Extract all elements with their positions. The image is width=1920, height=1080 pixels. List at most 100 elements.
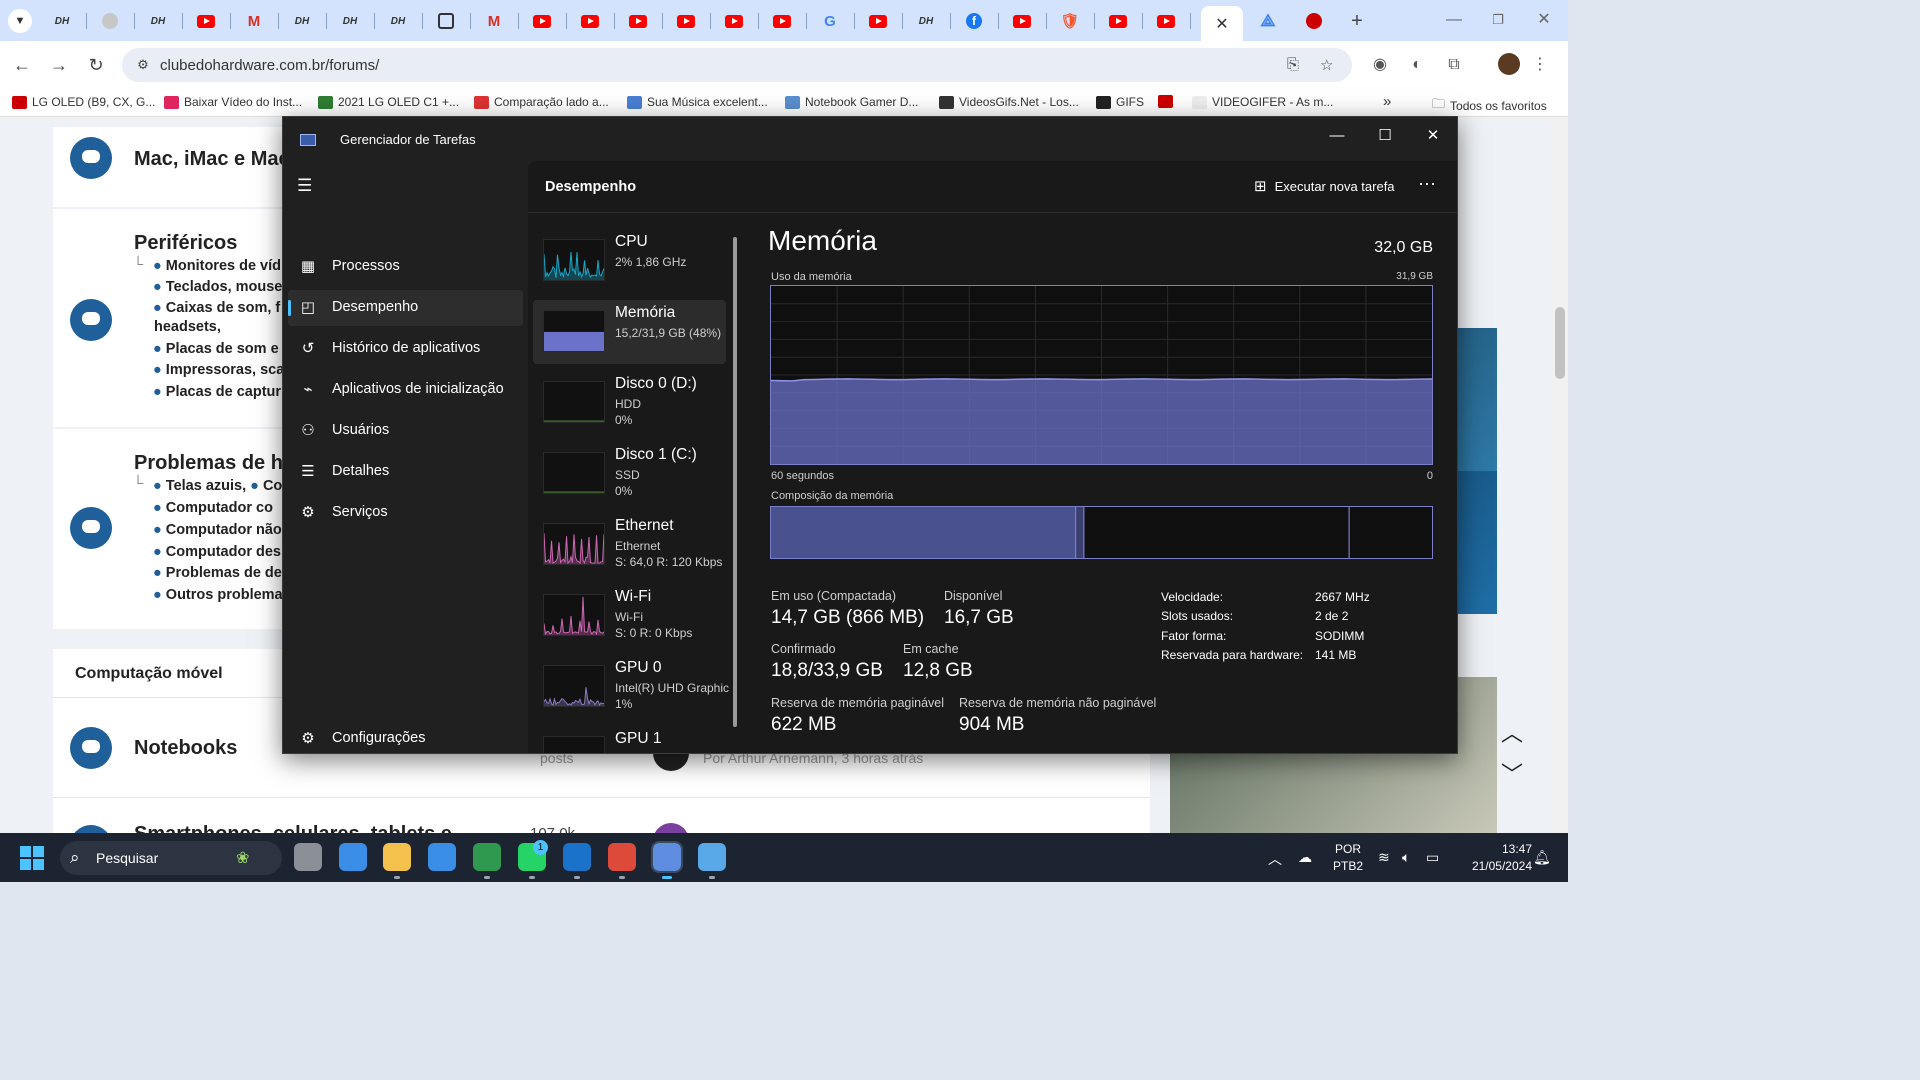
taskbar-outlook-icon[interactable] [563,843,591,879]
subforum-link[interactable]: ● Computador co [153,500,273,516]
tab[interactable]: M [230,9,278,33]
onedrive-cloud-icon[interactable]: ☁ [1298,849,1312,866]
active-tab[interactable]: ✕ [1201,6,1243,41]
perf-item-mem-ria[interactable]: Memória 15,2/31,9 GB (48%) [533,300,726,364]
tab[interactable] [854,9,902,33]
run-new-task-button[interactable]: ⊞ Executar nova tarefa [1254,177,1395,195]
tab-search-button[interactable]: ▼ [4,9,36,33]
bookmark[interactable]: Comparação lado a... [474,95,609,109]
more-options-button[interactable]: ··· [1412,173,1442,199]
tab[interactable] [758,9,806,33]
tab[interactable]: DH [134,9,182,33]
subforum-link[interactable]: ● Impressoras, sca [153,362,284,378]
notification-bell-icon[interactable]: 🔔︎ [1533,849,1551,866]
address-bar[interactable]: ⚙ clubedohardware.com.br/forums/ ⎘ ☆ [122,48,1352,82]
perf-item-gpu-1[interactable]: GPU 1NVIDIA GeForce GTX0% [533,726,732,753]
perf-item-wi-fi[interactable]: Wi-Fi Wi-Fi S: 0 R: 0 Kbps [533,584,726,648]
site-settings-icon[interactable]: ⚙ [134,56,152,74]
tab[interactable]: DH [38,9,86,33]
page-scrollbar[interactable] [1552,117,1568,833]
taskbar-search[interactable]: ⌕ Pesquisar ❀ [60,841,282,875]
tab[interactable]: ⟁ [1244,9,1292,33]
back-button[interactable]: ← [8,51,36,79]
minimize-button[interactable]: — [1434,8,1474,32]
tab[interactable] [566,9,614,33]
tab[interactable]: f [950,9,998,33]
nav-performance[interactable]: ◰ Desempenho [288,290,523,326]
bookmark[interactable]: VideosGifs.Net - Los... [939,95,1079,109]
scroll-down-arrow-icon[interactable]: ﹀ [1498,761,1526,789]
show-hidden-icons-chevron-icon[interactable]: ︿ [1268,849,1282,869]
subforum-link[interactable]: ● Monitores de víd [153,258,281,274]
tab[interactable] [86,9,134,33]
perf-item-gpu-0[interactable]: GPU 0 Intel(R) UHD Graphic 1% [533,655,729,719]
bookmark[interactable]: Sua Música excelent... [627,95,768,109]
tab[interactable]: DH [374,9,422,33]
subforum-link[interactable]: ● Outros problema [153,587,283,603]
perf-item-disco-1-c[interactable]: Disco 1 (C:) SSD 0% [533,442,726,506]
subforum-link[interactable]: ● Teclados, mouse [153,279,282,295]
bookmark[interactable]: GIFS [1096,95,1144,109]
tab[interactable]: 🛡︎ [1046,9,1094,33]
taskbar-chrome-icon[interactable] [473,843,501,879]
input-language[interactable]: POR PTB2 [1330,842,1366,873]
forward-button[interactable]: → [45,51,73,79]
list-scrollbar[interactable] [733,237,737,727]
bookmarks-overflow-button[interactable]: » [1383,93,1391,110]
nav-users[interactable]: ⚇ Usuários [288,413,523,449]
perf-item-cpu[interactable]: CPU 2% 1,86 GHz [533,229,726,293]
tab[interactable]: DH [326,9,374,33]
bookmark[interactable]: 2021 LG OLED C1 +... [318,95,459,109]
bookmark[interactable]: VIDEOGIFER - As m... [1192,95,1333,109]
taskbar-network-app-icon[interactable] [698,843,726,879]
scrollbar-thumb[interactable] [1555,307,1565,379]
nav-startup[interactable]: ⌁ Aplicativos de inicialização [288,372,523,408]
wifi-icon[interactable]: ≋ [1378,849,1390,866]
taskbar-store-icon[interactable] [428,843,456,871]
close-icon[interactable]: ✕ [1215,14,1228,34]
close-window-button[interactable]: ✕ [1524,8,1564,32]
extensions-puzzle-icon[interactable]: ⧉ [1442,53,1466,77]
tab[interactable] [710,9,758,33]
forum-title[interactable]: Mac, iMac e Mac [134,148,290,171]
tab[interactable]: DH [278,9,326,33]
hamburger-menu-icon[interactable]: ☰ [297,177,319,195]
nav-settings[interactable]: ⚙ Configurações [288,721,523,753]
tab[interactable] [1142,9,1190,33]
subforum-link[interactable]: ● Telas azuis, ● Co [153,478,282,494]
tab[interactable] [182,9,230,33]
tab[interactable] [1290,9,1338,33]
tab[interactable]: M [470,9,518,33]
install-app-icon[interactable]: ⎘ [1287,56,1299,73]
scroll-up-arrow-icon[interactable]: ︿ [1498,720,1526,748]
close-button[interactable]: ✕ [1410,121,1456,151]
tab[interactable]: G [806,9,854,33]
tab[interactable] [614,9,662,33]
subforum-link[interactable]: ● Computador não [153,522,282,538]
bookmark[interactable]: Notebook Gamer D... [785,95,918,109]
forum-title[interactable]: Periféricos [134,232,237,255]
forum-title[interactable]: Notebooks [134,737,237,760]
taskbar-widgets-icon[interactable] [339,843,367,871]
new-tab-button[interactable]: + [1335,9,1379,33]
nav-history[interactable]: ↺ Histórico de aplicativos [288,331,523,367]
nav-processes[interactable]: ▦ Processos [288,249,523,285]
volume-icon[interactable]: 🔈︎ [1402,849,1410,866]
bookmark[interactable] [1158,95,1173,108]
forum-title[interactable]: Problemas de ha [134,452,294,475]
bookmark[interactable]: LG OLED (B9, CX, G... [12,95,155,109]
taskbar-chrome-2-icon[interactable] [608,843,636,879]
tab[interactable] [1094,9,1142,33]
start-button[interactable] [20,846,44,870]
extension-moon-icon[interactable]: ◐ [1405,53,1429,77]
all-bookmarks-folder[interactable]: 🗀 Todos os favoritos [1432,95,1547,117]
clock[interactable]: 13:47 21/05/2024 [1452,842,1532,873]
bookmark[interactable]: Baixar Vídeo do Inst... [164,95,302,109]
reload-button[interactable]: ↻ [82,51,110,79]
nav-services[interactable]: ⚙ Serviços [288,495,523,531]
tab[interactable] [422,9,470,33]
subforum-link[interactable]: ● Computador des [153,544,281,560]
subforum-link[interactable]: ● Problemas de de [153,565,282,581]
title-bar[interactable]: Gerenciador de Tarefas — ☐ ✕ [283,117,1457,161]
taskbar-file-explorer-icon[interactable] [383,843,411,879]
